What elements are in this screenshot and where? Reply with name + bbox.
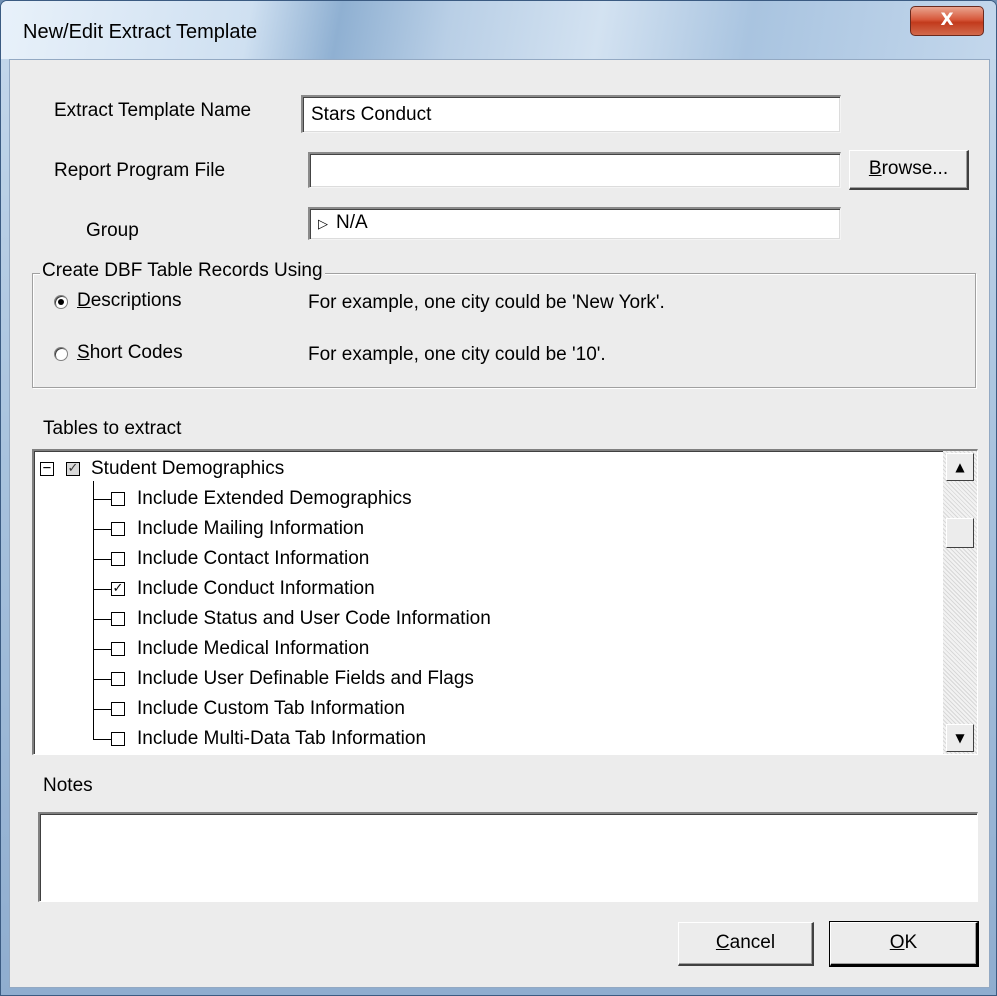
tree-root-row[interactable]: − ✓ Student Demographics (34, 454, 934, 484)
group-selector[interactable]: ▷ N/A (308, 207, 841, 240)
scroll-thumb[interactable] (946, 518, 974, 548)
browse-mnemonic: B (868, 158, 882, 179)
tree-item-label: Include Custom Tab Information (137, 698, 405, 719)
triangle-right-icon: ▷ (318, 216, 328, 231)
cancel-button[interactable]: Cancel (678, 922, 814, 966)
tree-root-label: Student Demographics (91, 458, 285, 479)
browse-label: rowse... (881, 158, 949, 179)
tree-item-checkbox[interactable] (111, 672, 125, 686)
scroll-down-button[interactable]: ▼ (946, 724, 974, 752)
descriptions-radio[interactable] (54, 295, 68, 309)
tree-item-checkbox[interactable] (111, 492, 125, 506)
tree-item[interactable]: Include Extended Demographics (34, 484, 934, 514)
notes-label: Notes (43, 775, 93, 796)
window-title: New/Edit Extract Template (23, 21, 258, 43)
tree-item[interactable]: Include Mailing Information (34, 514, 934, 544)
scroll-up-button[interactable]: ▲ (946, 453, 974, 481)
tree-item-label: Include User Definable Fields and Flags (137, 668, 474, 689)
tree-connector (93, 619, 111, 620)
tree-item-checkbox[interactable] (111, 732, 125, 746)
ok-mnemonic: O (889, 932, 905, 953)
tree-item-checkbox[interactable] (111, 552, 125, 566)
tree-item[interactable]: Include Medical Information (34, 634, 934, 664)
tree-item-label: Include Multi-Data Tab Information (137, 728, 427, 749)
arrow-up-icon: ▲ (955, 460, 965, 474)
template-name-label: Extract Template Name (54, 100, 252, 121)
browse-button[interactable]: Browse... (849, 150, 969, 190)
tree-connector (93, 559, 111, 560)
tree-item-label: Include Mailing Information (137, 518, 365, 539)
tree-item[interactable]: ✓ Include Conduct Information (34, 574, 934, 604)
tree-connector (93, 739, 111, 740)
tree-item-checkbox[interactable] (111, 702, 125, 716)
cancel-label: ancel (729, 932, 776, 953)
tree-item[interactable]: Include Multi-Data Tab Information (34, 724, 934, 754)
record-mode-legend: Create DBF Table Records Using (40, 260, 325, 282)
tree-item-label: Include Medical Information (137, 638, 370, 659)
ok-label: K (904, 932, 918, 953)
dialog-window: New/Edit Extract Template X Extract Temp… (0, 0, 997, 996)
dialog-body: Extract Template Name Stars Conduct Repo… (9, 59, 990, 988)
tree-connector (93, 709, 111, 710)
tree-scrollbar[interactable]: ▲ ▼ (943, 451, 977, 754)
tree-item-label: Include Extended Demographics (137, 488, 412, 509)
tree-item[interactable]: Include User Definable Fields and Flags (34, 664, 934, 694)
tree-connector (93, 679, 111, 680)
tree-item-checkbox[interactable] (111, 522, 125, 536)
tree-item-checkbox-checked[interactable]: ✓ (111, 582, 125, 596)
tree-item-label: Include Contact Information (137, 548, 370, 569)
cancel-mnemonic: C (715, 932, 730, 953)
short-codes-mnemonic: S (77, 342, 90, 363)
report-file-label: Report Program File (54, 160, 226, 181)
notes-textarea[interactable] (38, 812, 978, 902)
report-file-input[interactable] (308, 152, 841, 188)
short-codes-label-text: hort Codes (89, 342, 183, 363)
short-codes-radio[interactable] (54, 347, 68, 361)
tree-item-label: Include Conduct Information (137, 578, 375, 599)
descriptions-label[interactable]: Descriptions (77, 290, 182, 312)
tree-item-checkbox[interactable] (111, 612, 125, 626)
descriptions-example: For example, one city could be 'New York… (308, 292, 665, 313)
group-label: Group (86, 220, 139, 241)
template-name-value: Stars Conduct (311, 104, 432, 125)
root-checkbox[interactable]: ✓ (66, 462, 80, 476)
tree-connector (93, 499, 111, 500)
ok-button[interactable]: OK (829, 921, 979, 967)
tree-item-checkbox[interactable] (111, 642, 125, 656)
short-codes-example: For example, one city could be '10'. (308, 344, 606, 365)
title-bar[interactable]: New/Edit Extract Template X (1, 1, 996, 59)
collapse-icon[interactable]: − (40, 461, 54, 476)
tables-label: Tables to extract (43, 418, 182, 439)
descriptions-label-text: escriptions (90, 290, 182, 311)
tree-connector (93, 649, 111, 650)
template-name-input[interactable]: Stars Conduct (301, 95, 841, 133)
tables-tree[interactable]: − ✓ Student Demographics Include Extende… (32, 449, 978, 755)
tree-connector (93, 529, 111, 530)
descriptions-mnemonic: D (77, 290, 91, 311)
short-codes-label[interactable]: Short Codes (77, 342, 183, 364)
tree-item[interactable]: Include Custom Tab Information (34, 694, 934, 724)
tree-connector (93, 589, 111, 590)
arrow-down-icon: ▼ (955, 731, 965, 745)
close-button[interactable]: X (910, 6, 984, 36)
close-icon: X (940, 10, 954, 30)
tree-item-label: Include Status and User Code Information (137, 608, 491, 629)
tree-item[interactable]: Include Contact Information (34, 544, 934, 574)
group-value: N/A (336, 212, 368, 233)
tree-item[interactable]: Include Status and User Code Information (34, 604, 934, 634)
